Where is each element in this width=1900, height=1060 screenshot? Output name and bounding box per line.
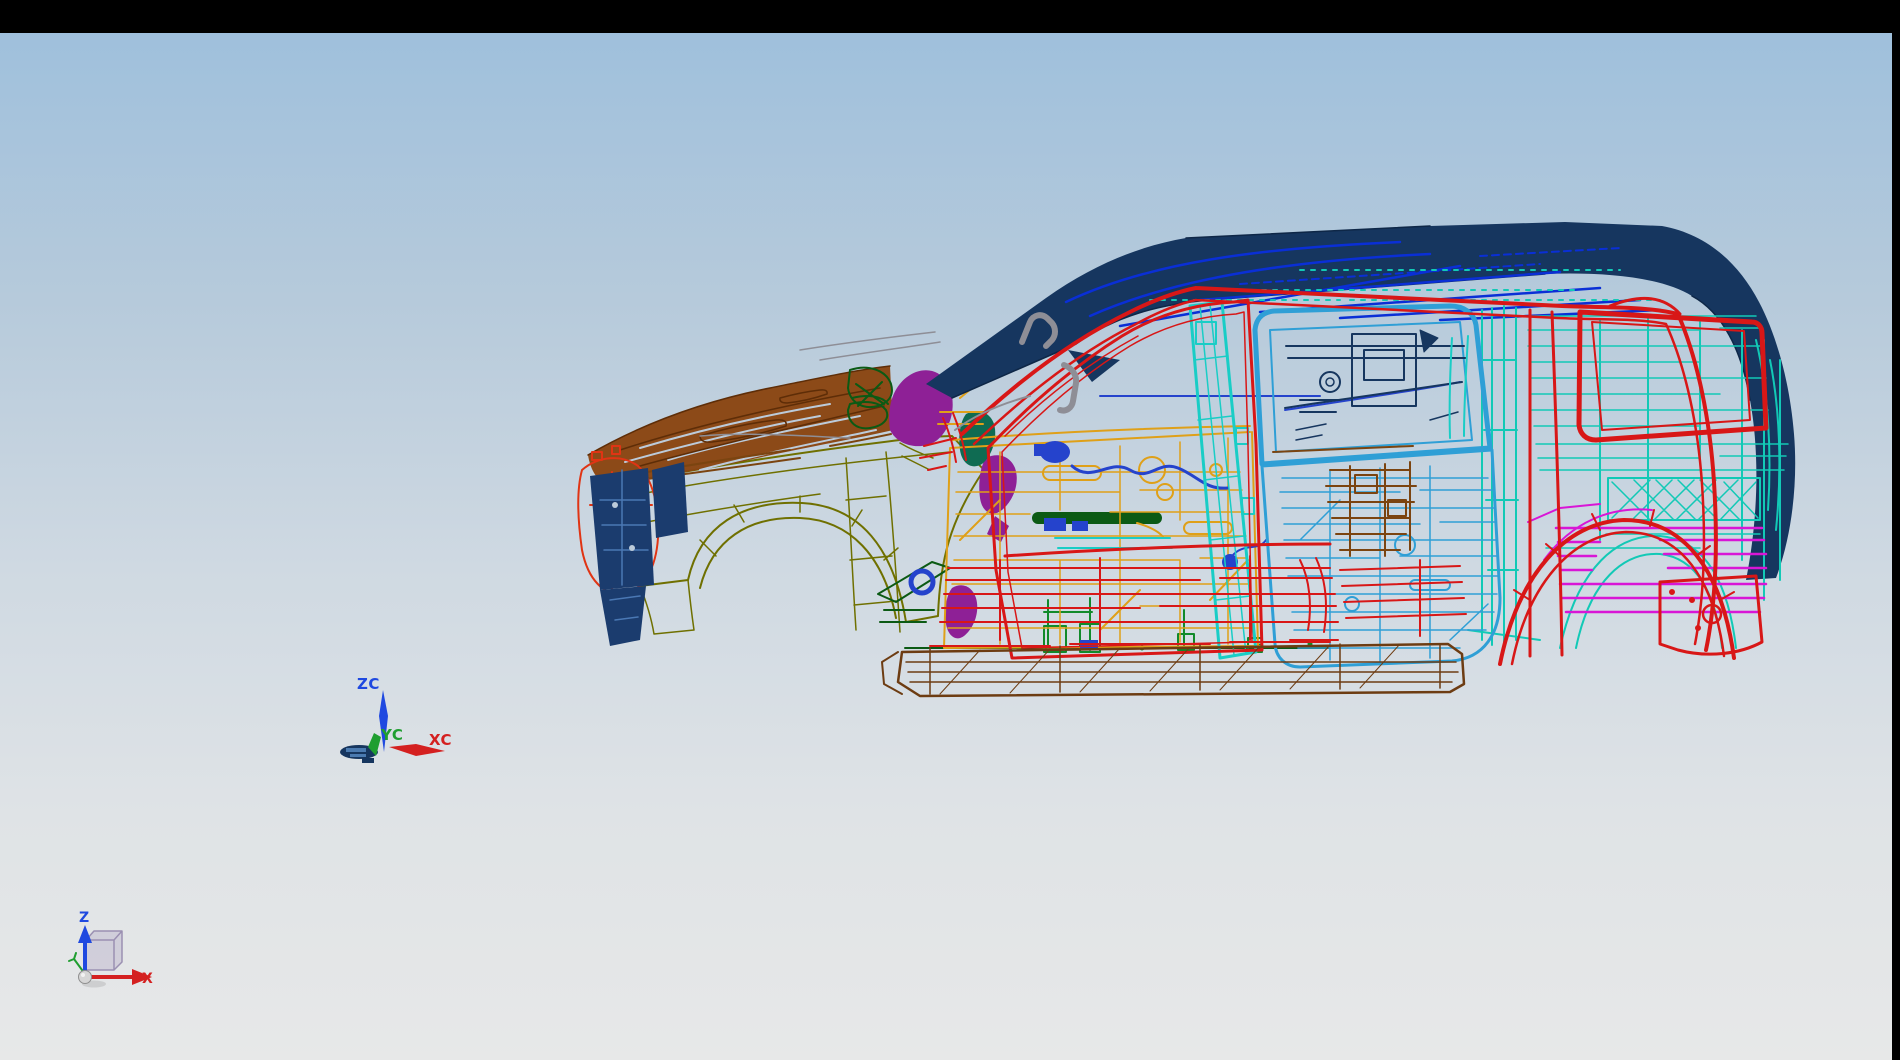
view-orientation-triad: Z X	[68, 910, 153, 988]
part-cowl-brackets[interactable]	[889, 370, 1017, 639]
wcs-triad[interactable]: ZC YC XC	[357, 675, 452, 756]
cad-application-window: ZC YC XC Z X	[0, 0, 1900, 1060]
part-front-lower-panel[interactable]	[590, 462, 688, 646]
window-right-bar	[1892, 0, 1900, 1060]
model-scene: ZC YC XC Z X	[68, 222, 1796, 988]
wcs-z-label: ZC	[357, 675, 380, 693]
datum-cube	[85, 930, 123, 971]
view-triad-z-label: Z	[79, 910, 89, 926]
part-rear-door[interactable]	[1252, 303, 1502, 669]
window-top-bar	[0, 0, 1900, 33]
wcs-y-label: YC	[380, 726, 403, 744]
view-triad-x-label: X	[142, 971, 153, 987]
triad-origin-sphere	[78, 970, 92, 984]
triad-sphere-highlight	[81, 973, 85, 977]
wcs-x-label: XC	[429, 731, 452, 749]
